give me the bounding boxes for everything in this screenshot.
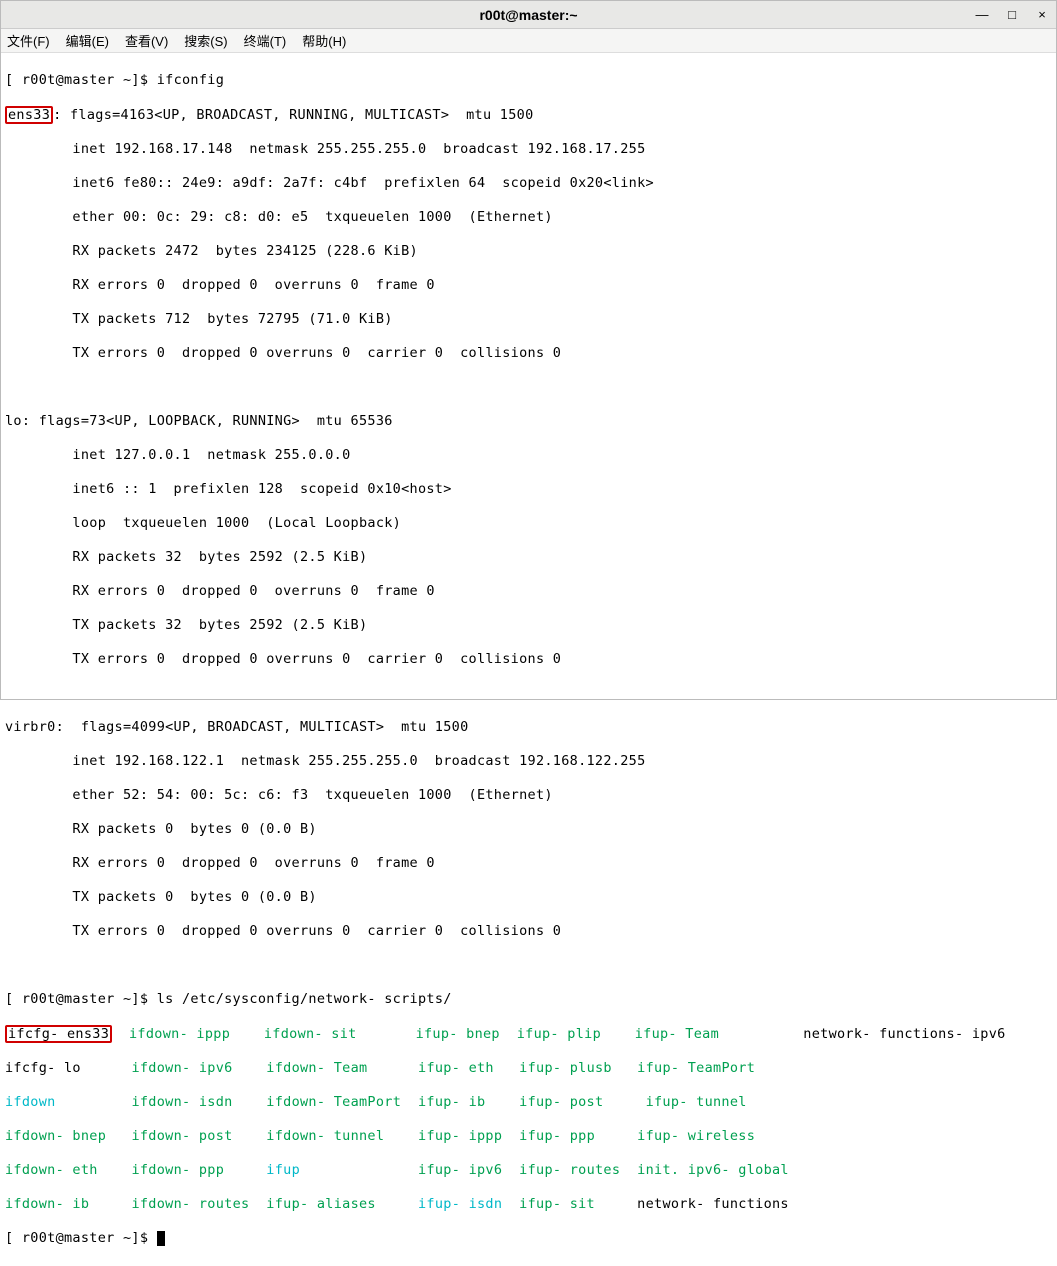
output-line: inet 192.168.17.148 netmask 255.255.255.… <box>5 141 1052 158</box>
terminal-area[interactable]: [ r00t@master ~]$ ifconfig ens33: flags=… <box>1 53 1056 1266</box>
minimize-button[interactable]: — <box>974 7 990 22</box>
menu-help[interactable]: 帮助(H) <box>302 31 346 50</box>
blank-line <box>5 379 1052 396</box>
prompt-line: [ r00t@master ~]$ <box>5 1230 1052 1247</box>
output-line: inet 127.0.0.1 netmask 255.0.0.0 <box>5 447 1052 464</box>
output-line: inet6 fe80:: 24e9: a9df: 2a7f: c4bf pref… <box>5 175 1052 192</box>
window-titlebar: r00t@master:~ — □ × <box>1 1 1056 29</box>
output-line: RX packets 2472 bytes 234125 (228.6 KiB) <box>5 243 1052 260</box>
menu-terminal[interactable]: 终端(T) <box>244 31 287 50</box>
ls-row: ifdown ifdown- isdn ifdown- TeamPort ifu… <box>5 1094 1052 1111</box>
prompt-line: [ r00t@master ~]$ ifconfig <box>5 72 1052 89</box>
prompt: [ r00t@master ~]$ <box>5 72 148 88</box>
ls-row: ifcfg- ens33 ifdown- ippp ifdown- sit if… <box>5 1025 1052 1043</box>
output-line: RX errors 0 dropped 0 overruns 0 frame 0 <box>5 277 1052 294</box>
output-line: TX errors 0 dropped 0 overruns 0 carrier… <box>5 345 1052 362</box>
highlight-ens33: ens33 <box>5 106 53 124</box>
output-line: TX errors 0 dropped 0 overruns 0 carrier… <box>5 651 1052 668</box>
ls-row: ifdown- eth ifdown- ppp ifup ifup- ipv6 … <box>5 1162 1052 1179</box>
ls-row: ifcfg- lo ifdown- ipv6 ifdown- Team ifup… <box>5 1060 1052 1077</box>
highlight-ifcfg-ens33: ifcfg- ens33 <box>5 1025 112 1043</box>
output-line: TX packets 0 bytes 0 (0.0 B) <box>5 889 1052 906</box>
output-line: RX packets 0 bytes 0 (0.0 B) <box>5 821 1052 838</box>
output-line: RX errors 0 dropped 0 overruns 0 frame 0 <box>5 583 1052 600</box>
blank-line <box>5 957 1052 974</box>
output-line: inet 192.168.122.1 netmask 255.255.255.0… <box>5 753 1052 770</box>
cursor <box>157 1231 165 1246</box>
output-line: ether 52: 54: 00: 5c: c6: f3 txqueuelen … <box>5 787 1052 804</box>
output-line: TX packets 712 bytes 72795 (71.0 KiB) <box>5 311 1052 328</box>
output-line: TX packets 32 bytes 2592 (2.5 KiB) <box>5 617 1052 634</box>
prompt: [ r00t@master ~]$ <box>5 991 148 1007</box>
output-line: virbr0: flags=4099<UP, BROADCAST, MULTIC… <box>5 719 1052 736</box>
menubar: 文件(F) 编辑(E) 查看(V) 搜索(S) 终端(T) 帮助(H) <box>1 29 1056 53</box>
menu-search[interactable]: 搜索(S) <box>184 31 227 50</box>
window-controls: — □ × <box>974 1 1050 28</box>
window-title: r00t@master:~ <box>479 7 577 23</box>
output-line: loop txqueuelen 1000 (Local Loopback) <box>5 515 1052 532</box>
output-line: ens33: flags=4163<UP, BROADCAST, RUNNING… <box>5 106 1052 124</box>
menu-file[interactable]: 文件(F) <box>7 31 50 50</box>
menu-edit[interactable]: 编辑(E) <box>66 31 109 50</box>
blank-line <box>5 685 1052 702</box>
output-line: TX errors 0 dropped 0 overruns 0 carrier… <box>5 923 1052 940</box>
prompt-line: [ r00t@master ~]$ ls /etc/sysconfig/netw… <box>5 991 1052 1008</box>
output-line: RX packets 32 bytes 2592 (2.5 KiB) <box>5 549 1052 566</box>
output-line: RX errors 0 dropped 0 overruns 0 frame 0 <box>5 855 1052 872</box>
command-text: ls /etc/sysconfig/network- scripts/ <box>148 991 451 1007</box>
output-line: ether 00: 0c: 29: c8: d0: e5 txqueuelen … <box>5 209 1052 226</box>
ls-row: ifdown- bnep ifdown- post ifdown- tunnel… <box>5 1128 1052 1145</box>
ls-row: ifdown- ib ifdown- routes ifup- aliases … <box>5 1196 1052 1213</box>
command-text: ifconfig <box>148 72 224 88</box>
maximize-button[interactable]: □ <box>1004 7 1020 22</box>
output-line: inet6 :: 1 prefixlen 128 scopeid 0x10<ho… <box>5 481 1052 498</box>
close-button[interactable]: × <box>1034 7 1050 22</box>
menu-view[interactable]: 查看(V) <box>125 31 168 50</box>
output-line: lo: flags=73<UP, LOOPBACK, RUNNING> mtu … <box>5 413 1052 430</box>
prompt: [ r00t@master ~]$ <box>5 1230 148 1246</box>
